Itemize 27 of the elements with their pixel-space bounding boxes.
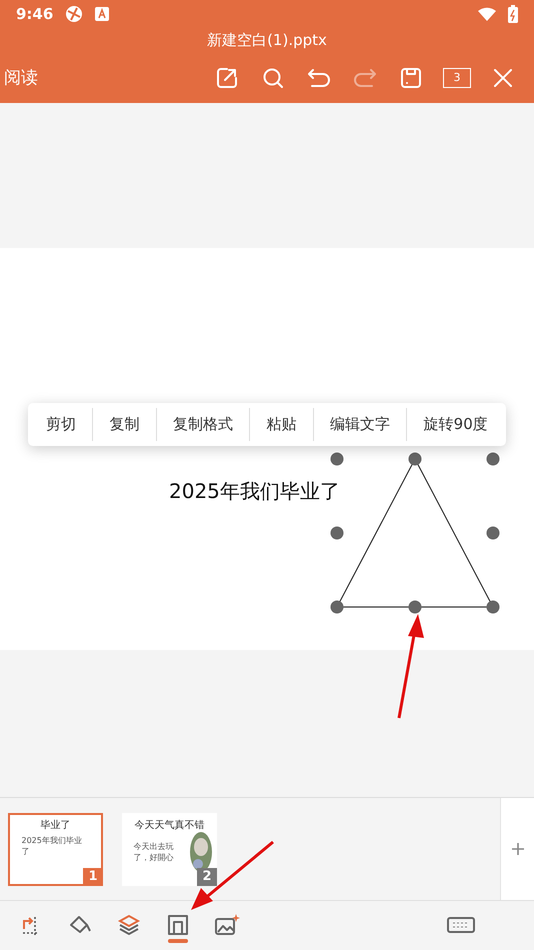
layers-icon bbox=[117, 912, 141, 936]
slide-thumbnail[interactable]: 毕业了 2025年我们毕业了 1 bbox=[8, 812, 103, 886]
active-underline bbox=[168, 938, 188, 942]
thumbnail-title: 毕业了 bbox=[40, 818, 70, 832]
frame-icon bbox=[167, 914, 189, 936]
menu-item[interactable]: 剪切 bbox=[30, 408, 92, 441]
slide-number: 1 bbox=[83, 868, 103, 886]
app-logo-icon bbox=[65, 5, 84, 23]
menu-item[interactable]: 复制 bbox=[92, 408, 156, 441]
thumbnail-title: 今天天气真不错 bbox=[134, 818, 204, 832]
menu-item[interactable]: 旋转90度 bbox=[406, 408, 504, 441]
menu-item[interactable]: 编辑文字 bbox=[312, 408, 406, 441]
battery-icon bbox=[508, 5, 518, 23]
slide-number: 2 bbox=[197, 868, 217, 886]
plus-icon bbox=[510, 842, 524, 856]
slide-subtitle: 2025年我们毕业了 bbox=[169, 478, 340, 505]
menu-item[interactable]: 粘贴 bbox=[249, 408, 313, 441]
image-icon bbox=[214, 912, 240, 936]
slide-thumbnail[interactable]: 今天天气真不错 今天出去玩了，好開心 2 bbox=[122, 812, 217, 886]
status-time: 9:46 bbox=[16, 5, 54, 23]
keyboard-icon bbox=[447, 914, 475, 934]
wifi-icon bbox=[478, 7, 496, 21]
notification-icon bbox=[95, 7, 110, 21]
document-title: 新建空白(1).pptx bbox=[206, 30, 328, 51]
thumbnail-text: 今天出去玩了，好開心 bbox=[133, 840, 174, 863]
thumbnail-text: 2025年我们毕业了 bbox=[22, 834, 83, 857]
menu-item[interactable]: 复制格式 bbox=[156, 408, 250, 441]
